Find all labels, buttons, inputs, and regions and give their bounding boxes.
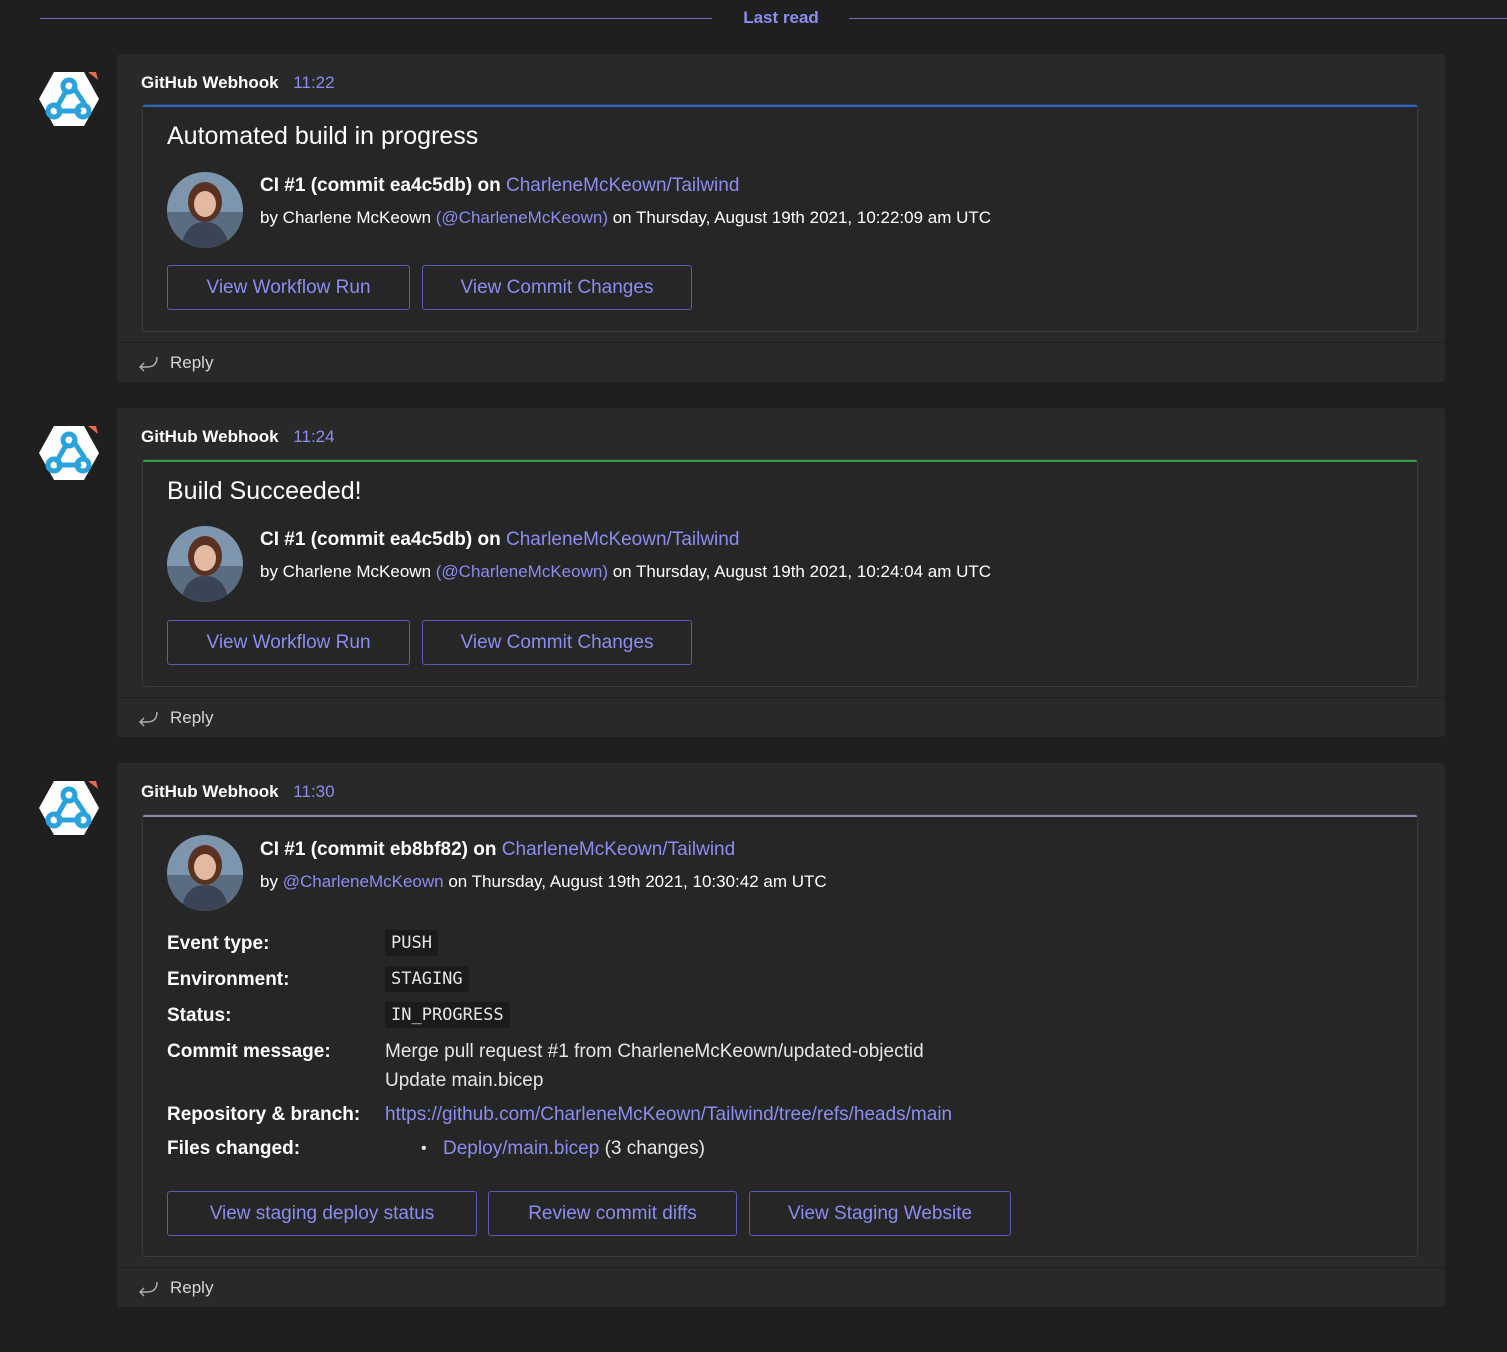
author-avatar bbox=[167, 172, 243, 248]
commit-message-line1: Merge pull request #1 from CharleneMcKeo… bbox=[385, 1041, 924, 1062]
card-accent-bar bbox=[143, 105, 1417, 107]
by-prefix: by bbox=[260, 872, 278, 891]
timestamp-text: on Thursday, August 19th 2021, 10:30:42 … bbox=[448, 872, 827, 891]
ci-prefix: CI #1 (commit ea4c5db) on bbox=[260, 175, 501, 196]
reply-button[interactable]: Reply bbox=[170, 353, 213, 373]
webhook-bot-avatar-icon[interactable] bbox=[38, 70, 100, 128]
last-read-label: Last read bbox=[743, 8, 819, 27]
repo-branch-label: Repository & branch: bbox=[167, 1104, 361, 1125]
file-changed-item: Deploy/main.bicep (3 changes) bbox=[443, 1138, 705, 1160]
card-title: Automated build in progress bbox=[167, 122, 479, 150]
webhook-bot-avatar-icon[interactable] bbox=[38, 424, 100, 482]
divider-line-right bbox=[849, 18, 1507, 19]
message-bubble: GitHub Webhook 11:24 Build Succeeded! CI… bbox=[117, 408, 1445, 737]
ci-summary: CI #1 (commit ea4c5db) on CharleneMcKeow… bbox=[260, 529, 739, 551]
ci-summary: CI #1 (commit eb8bf82) on CharleneMcKeow… bbox=[260, 839, 735, 861]
view-commit-changes-button[interactable]: View Commit Changes bbox=[422, 265, 692, 310]
repo-link[interactable]: CharleneMcKeown/Tailwind bbox=[506, 529, 739, 550]
event-type-label: Event type: bbox=[167, 933, 270, 954]
message-time[interactable]: 11:22 bbox=[293, 73, 334, 92]
reply-button[interactable]: Reply bbox=[170, 1278, 213, 1298]
ci-prefix: CI #1 (commit ea4c5db) on bbox=[260, 529, 501, 550]
card-accent-bar bbox=[143, 460, 1417, 462]
reply-bar[interactable]: Reply bbox=[117, 342, 1445, 383]
author-avatar bbox=[167, 835, 243, 911]
event-type-value: PUSH bbox=[385, 930, 438, 956]
reply-arrow-icon bbox=[139, 1281, 158, 1297]
author-line: by Charlene McKeown (@CharleneMcKeown) o… bbox=[260, 208, 991, 228]
view-staging-website-button[interactable]: View Staging Website bbox=[749, 1191, 1011, 1236]
by-prefix: by Charlene McKeown bbox=[260, 562, 432, 581]
card-title: Build Succeeded! bbox=[167, 477, 362, 505]
view-workflow-run-button[interactable]: View Workflow Run bbox=[167, 265, 410, 310]
card-accent-bar bbox=[143, 815, 1417, 817]
repo-link[interactable]: CharleneMcKeown/Tailwind bbox=[506, 175, 739, 196]
sender-name[interactable]: GitHub Webhook bbox=[141, 427, 279, 446]
author-handle-link[interactable]: @CharleneMcKeown bbox=[283, 872, 444, 891]
environment-value: STAGING bbox=[385, 966, 469, 992]
divider-line-left bbox=[40, 18, 712, 19]
message-time[interactable]: 11:30 bbox=[293, 782, 334, 801]
file-link[interactable]: Deploy/main.bicep bbox=[443, 1138, 599, 1159]
adaptive-card: Build Succeeded! CI #1 (commit ea4c5db) … bbox=[142, 459, 1418, 687]
author-avatar bbox=[167, 526, 243, 602]
adaptive-card: Automated build in progress CI #1 (commi… bbox=[142, 104, 1418, 332]
timestamp-text: on Thursday, August 19th 2021, 10:22:09 … bbox=[612, 208, 992, 227]
review-commit-diffs-button[interactable]: Review commit diffs bbox=[488, 1191, 737, 1236]
reply-arrow-icon bbox=[139, 711, 158, 727]
reply-arrow-icon bbox=[139, 356, 158, 372]
repo-link[interactable]: CharleneMcKeown/Tailwind bbox=[502, 839, 735, 860]
author-line: by @CharleneMcKeown on Thursday, August … bbox=[260, 872, 827, 892]
adaptive-card: CI #1 (commit eb8bf82) on CharleneMcKeow… bbox=[142, 814, 1418, 1257]
commit-message-line2: Update main.bicep bbox=[385, 1070, 544, 1091]
reply-bar[interactable]: Reply bbox=[117, 697, 1445, 738]
ci-prefix: CI #1 (commit eb8bf82) on bbox=[260, 839, 497, 860]
message-time[interactable]: 11:24 bbox=[293, 427, 334, 446]
files-changed-label: Files changed: bbox=[167, 1138, 301, 1159]
view-staging-deploy-status-button[interactable]: View staging deploy status bbox=[167, 1191, 477, 1236]
last-read-divider: Last read bbox=[40, 0, 1507, 38]
reply-button[interactable]: Reply bbox=[170, 708, 213, 728]
sender-name[interactable]: GitHub Webhook bbox=[141, 73, 279, 92]
webhook-bot-avatar-icon[interactable] bbox=[38, 779, 100, 837]
author-line: by Charlene McKeown (@CharleneMcKeown) o… bbox=[260, 562, 991, 582]
message-header: GitHub Webhook 11:24 bbox=[141, 427, 335, 447]
file-change-count: (3 changes) bbox=[604, 1138, 705, 1159]
view-workflow-run-button[interactable]: View Workflow Run bbox=[167, 620, 410, 665]
by-prefix: by Charlene McKeown bbox=[260, 208, 432, 227]
message-bubble: GitHub Webhook 11:22 Automated build in … bbox=[117, 54, 1445, 382]
status-label: Status: bbox=[167, 1005, 232, 1026]
author-handle-link[interactable]: (@CharleneMcKeown) bbox=[436, 208, 608, 227]
timestamp-text: on Thursday, August 19th 2021, 10:24:04 … bbox=[612, 562, 992, 581]
message-bubble: GitHub Webhook 11:30 CI #1 (commit eb8bf… bbox=[117, 763, 1445, 1307]
message-header: GitHub Webhook 11:22 bbox=[141, 73, 335, 93]
commit-message-label: Commit message: bbox=[167, 1041, 331, 1062]
reply-bar[interactable]: Reply bbox=[117, 1267, 1445, 1308]
bullet-icon: • bbox=[421, 1140, 427, 1157]
repo-branch-link[interactable]: https://github.com/CharleneMcKeown/Tailw… bbox=[385, 1104, 952, 1126]
sender-name[interactable]: GitHub Webhook bbox=[141, 782, 279, 801]
ci-summary: CI #1 (commit ea4c5db) on CharleneMcKeow… bbox=[260, 175, 739, 197]
status-value: IN_PROGRESS bbox=[385, 1002, 510, 1028]
message-header: GitHub Webhook 11:30 bbox=[141, 782, 335, 802]
environment-label: Environment: bbox=[167, 969, 290, 990]
author-handle-link[interactable]: (@CharleneMcKeown) bbox=[436, 562, 608, 581]
view-commit-changes-button[interactable]: View Commit Changes bbox=[422, 620, 692, 665]
